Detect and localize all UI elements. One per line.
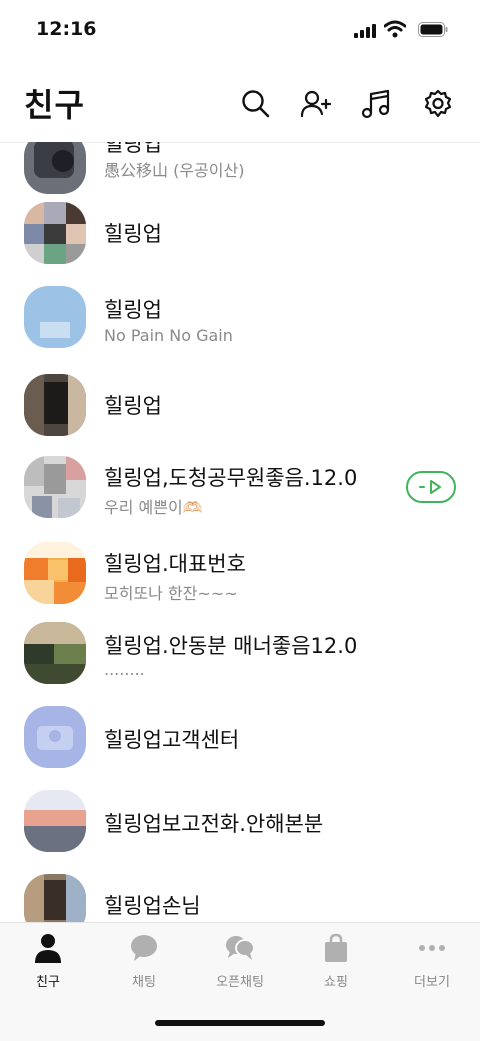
- friends-list[interactable]: 힐링업 愚公移山 (우공이산) 힐링업 힐링업 No Pain No Gain: [0, 142, 480, 922]
- friend-name: 힐링업보고전화.안해본분: [104, 812, 324, 836]
- tab-label: 친구: [36, 975, 60, 990]
- friend-name: 힐링업.대표번호: [104, 552, 246, 576]
- friend-avatar[interactable]: [24, 542, 86, 604]
- tab-chats[interactable]: 채팅: [96, 923, 192, 1003]
- cellular-signal-icon: [354, 24, 376, 38]
- tab-open-chat[interactable]: 오픈채팅: [192, 923, 288, 1003]
- person-icon: [35, 934, 61, 963]
- friend-avatar[interactable]: [24, 142, 86, 194]
- wifi-icon: [384, 20, 406, 38]
- friend-avatar[interactable]: [24, 874, 86, 922]
- friend-avatar[interactable]: [24, 622, 86, 684]
- friend-status-message: 愚公移山 (우공이산): [104, 161, 245, 180]
- friend-status-message: No Pain No Gain: [104, 326, 233, 345]
- friend-row[interactable]: 힐링업손님: [0, 874, 480, 922]
- friend-avatar[interactable]: [24, 286, 86, 348]
- friend-name: 힐링업: [104, 298, 162, 322]
- friend-avatar[interactable]: [24, 202, 86, 264]
- chat-bubble-icon: [131, 935, 157, 961]
- settings-icon[interactable]: [422, 88, 454, 120]
- friend-row[interactable]: 힐링업: [0, 372, 480, 458]
- friend-name: 힐링업손님: [104, 894, 201, 918]
- friend-name: 힐링업고객센터: [104, 728, 240, 752]
- friend-row[interactable]: 힐링업: [0, 200, 480, 286]
- friend-avatar[interactable]: [24, 374, 86, 436]
- status-time: 12:16: [36, 18, 97, 40]
- friend-row[interactable]: 힐링업.대표번호 모히또나 한잔~~~: [0, 540, 480, 626]
- more-dots-icon: [419, 945, 445, 951]
- friend-row[interactable]: 힐링업.안동분 매너좋음12.0 ........: [0, 622, 480, 708]
- friend-row[interactable]: 힐링업보고전화.안해본분: [0, 790, 480, 876]
- tab-label: 쇼핑: [324, 975, 348, 990]
- home-indicator: [155, 1020, 325, 1026]
- tab-shopping[interactable]: 쇼핑: [288, 923, 384, 1003]
- friend-avatar[interactable]: [24, 706, 86, 768]
- friend-name: 힐링업.안동분 매너좋음12.0: [104, 634, 358, 658]
- status-bar: 12:16: [0, 0, 480, 60]
- tab-label: 오픈채팅: [216, 975, 264, 990]
- shopping-bag-icon: [325, 933, 347, 962]
- profile-music-button[interactable]: [406, 471, 456, 503]
- friend-name: 힐링업,도청공무원좋음.12.0: [104, 466, 358, 490]
- tab-label: 더보기: [414, 975, 450, 990]
- friend-row[interactable]: 힐링업 No Pain No Gain: [0, 286, 480, 372]
- add-friend-icon[interactable]: [300, 88, 332, 120]
- battery-icon: [418, 22, 448, 37]
- friend-name: 힐링업: [104, 142, 162, 156]
- tab-more[interactable]: 더보기: [384, 923, 480, 1003]
- search-icon[interactable]: [240, 88, 272, 120]
- tab-friends[interactable]: 친구: [0, 923, 96, 1003]
- music-icon[interactable]: [360, 88, 392, 120]
- friend-row[interactable]: 힐링업고객센터: [0, 706, 480, 792]
- friend-avatar[interactable]: [24, 790, 86, 852]
- friend-row[interactable]: 힐링업,도청공무원좋음.12.0 우리 예쁜이🫶🏻: [0, 454, 480, 540]
- friend-name: 힐링업: [104, 222, 162, 246]
- friend-status-message: 모히또나 한잔~~~: [104, 584, 238, 603]
- friend-avatar[interactable]: [24, 456, 86, 518]
- page-title: 친구: [24, 86, 85, 124]
- friend-name: 힐링업: [104, 394, 162, 418]
- header: 친구: [0, 60, 480, 143]
- play-icon: [419, 480, 441, 494]
- open-chat-icon: [226, 936, 255, 960]
- friend-status-message: 우리 예쁜이🫶🏻: [104, 498, 203, 517]
- tab-label: 채팅: [132, 975, 156, 990]
- friend-status-message: ........: [104, 660, 145, 679]
